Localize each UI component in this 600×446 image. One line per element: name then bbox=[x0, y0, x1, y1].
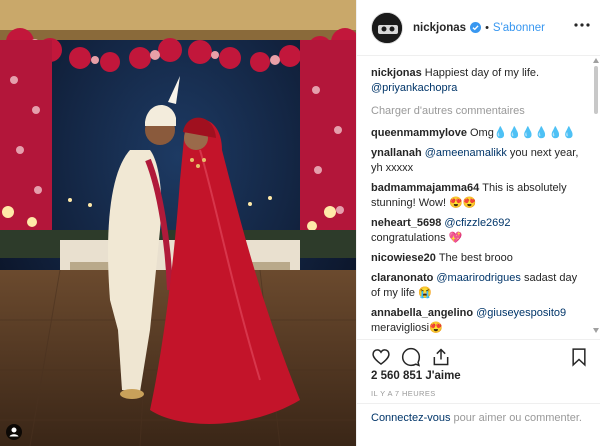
comment-text: Omg💧💧💧💧💧💧 bbox=[469, 127, 576, 139]
comment-container: queenmammylove Omg💧💧💧💧💧💧 ynallanah @ameenam… bbox=[371, 126, 587, 339]
comment-username[interactable]: claranonato bbox=[371, 272, 433, 284]
load-more-comments-button[interactable]: Charger d'autres commentaires bbox=[371, 105, 587, 117]
comment-row: neheart_5698 @cfizzle2692 congratulations… bbox=[371, 216, 587, 246]
comment-row: badmammajamma64 This is absolutely stunni… bbox=[371, 181, 587, 211]
comment-text: meravigliosi😍 bbox=[371, 322, 443, 334]
comment-mention[interactable]: @cfizzle2692 bbox=[444, 217, 510, 229]
scroll-up-arrow-icon[interactable] bbox=[593, 58, 599, 63]
user-tag-icon[interactable] bbox=[6, 424, 22, 440]
login-prompt-text: pour aimer ou commenter. bbox=[450, 412, 582, 424]
comment-username[interactable]: badmammajamma64 bbox=[371, 182, 479, 194]
caption-text: Happiest day of my life. bbox=[424, 67, 540, 79]
wedding-photo-illustration bbox=[0, 0, 356, 446]
comment-text: congratulations 💖 bbox=[371, 232, 463, 244]
separator-dot: • bbox=[485, 21, 489, 34]
comment-username[interactable]: nicowiese20 bbox=[371, 252, 436, 264]
share-icon[interactable] bbox=[431, 347, 451, 367]
comment-mention[interactable]: @giuseyesposito9 bbox=[476, 307, 566, 319]
comment-username[interactable]: annabella_angelino bbox=[371, 307, 473, 319]
comment-text: The best brooo bbox=[438, 252, 513, 264]
avatar[interactable] bbox=[371, 11, 403, 44]
comments-scrollbar-thumb[interactable] bbox=[594, 66, 598, 114]
comment-username[interactable]: neheart_5698 bbox=[371, 217, 441, 229]
post-side-panel: nickjonas • S'abonner nickjonas Happiest … bbox=[356, 0, 600, 446]
scroll-down-arrow-icon[interactable] bbox=[593, 328, 599, 333]
post-timestamp: IL Y A 7 HEURES bbox=[371, 389, 436, 398]
more-options-icon[interactable] bbox=[573, 22, 591, 28]
comment-row: queenmammylove Omg💧💧💧💧💧💧 bbox=[371, 126, 587, 141]
verified-badge-icon bbox=[470, 22, 482, 33]
comment-mention[interactable]: @ameenamalikk bbox=[425, 147, 507, 159]
post-header: nickjonas • S'abonner bbox=[357, 0, 600, 56]
post-caption: nickjonas Happiest day of my life. @priya… bbox=[371, 66, 587, 96]
comment-username[interactable]: queenmammylove bbox=[371, 127, 467, 139]
avatar-image-icon bbox=[372, 12, 402, 43]
caption-mention[interactable]: @priyankachopra bbox=[371, 82, 457, 94]
bookmark-icon[interactable] bbox=[569, 347, 589, 367]
post-actions-bar bbox=[357, 339, 600, 369]
comment-bubble-icon[interactable] bbox=[401, 347, 421, 367]
follow-button[interactable]: S'abonner bbox=[493, 22, 545, 34]
comment-row: ynallanah @ameenamalikk you next year, yh… bbox=[371, 146, 587, 176]
comment-row: annabella_angelino @giuseyesposito9 merav… bbox=[371, 306, 587, 336]
comment-row: nicowiese20 The best brooo bbox=[371, 251, 587, 266]
login-link[interactable]: Connectez-vous bbox=[371, 412, 451, 424]
post-photo[interactable] bbox=[0, 0, 356, 446]
caption-username[interactable]: nickjonas bbox=[371, 67, 422, 79]
post-author-username[interactable]: nickjonas bbox=[413, 22, 466, 34]
login-prompt: Connectez-vous pour aimer ou commenter. bbox=[357, 403, 600, 446]
comment-mention[interactable]: @maarirodrigues bbox=[436, 272, 521, 284]
comments-list[interactable]: nickjonas Happiest day of my life. @priya… bbox=[357, 57, 600, 339]
comment-row: claranonato @maarirodrigues sadast day of… bbox=[371, 271, 587, 301]
likes-count[interactable]: 2 560 851 J'aime bbox=[371, 370, 461, 382]
comment-username[interactable]: ynallanah bbox=[371, 147, 422, 159]
heart-icon[interactable] bbox=[371, 347, 391, 367]
